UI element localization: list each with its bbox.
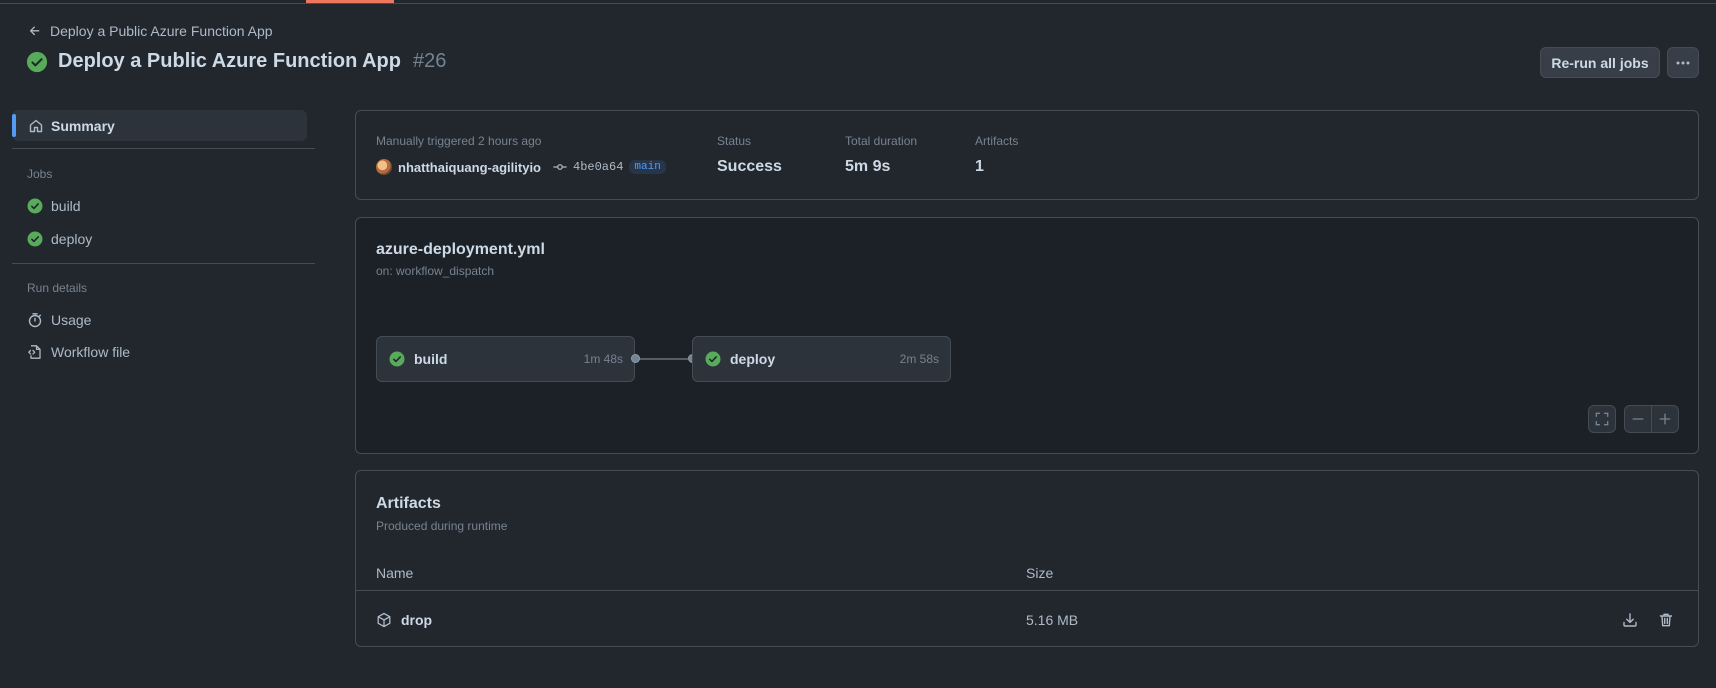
page-title: Deploy a Public Azure Function App (58, 50, 401, 72)
artifacts-card: Artifacts Produced during runtime Name S… (355, 470, 1699, 647)
workflow-graph-card: azure-deployment.yml on: workflow_dispat… (355, 217, 1699, 454)
sidebar-item-label: Summary (51, 118, 115, 134)
artifact-name[interactable]: drop (401, 612, 432, 628)
workflow-file-name: azure-deployment.yml (376, 241, 545, 258)
sidebar-item-deploy[interactable]: deploy (12, 225, 307, 253)
download-artifact-button[interactable] (1620, 610, 1640, 630)
delete-artifact-button[interactable] (1656, 610, 1676, 630)
sidebar-item-label: Usage (51, 312, 92, 328)
job-connector (636, 358, 688, 360)
tab-indicator (306, 0, 394, 3)
check-circle-icon (705, 351, 721, 367)
download-icon (1623, 613, 1637, 627)
zoom-in-button[interactable] (1651, 405, 1679, 433)
trash-icon (1659, 613, 1673, 627)
arrow-left-icon (29, 26, 40, 36)
package-icon (377, 612, 391, 628)
run-summary-card: Manually triggered 2 hours ago nhatthaiq… (355, 110, 1699, 200)
kebab-horizontal-icon (1676, 61, 1690, 64)
job-duration: 2m 58s (899, 352, 939, 366)
top-border (0, 0, 1716, 4)
status-value: Success (717, 158, 782, 175)
status-label: Status (717, 134, 752, 148)
rerun-all-jobs-button[interactable]: Re-run all jobs (1540, 47, 1660, 78)
jobs-heading: Jobs (27, 167, 53, 181)
check-circle-icon (26, 51, 48, 72)
trigger-text: Manually triggered 2 hours ago (376, 134, 542, 148)
file-code-icon (28, 345, 41, 359)
run-details-heading: Run details (27, 281, 88, 295)
zoom-out-button[interactable] (1624, 405, 1652, 433)
page-header: Deploy a Public Azure Function App #26 (26, 50, 446, 73)
actor-row: nhatthaiquang-agilityio 4be0a64 main (376, 159, 666, 175)
job-node-build[interactable]: build 1m 48s (376, 336, 635, 382)
avatar[interactable] (376, 159, 392, 175)
active-indicator (12, 114, 16, 137)
divider (356, 590, 1698, 591)
workflow-trigger: on: workflow_dispatch (376, 264, 495, 278)
artifacts-title: Artifacts (376, 495, 441, 512)
sidebar-item-summary[interactable]: Summary (12, 110, 307, 141)
home-icon (29, 119, 43, 133)
check-circle-icon (27, 198, 43, 214)
sidebar-item-usage[interactable]: Usage (12, 306, 307, 334)
check-circle-icon (27, 231, 43, 247)
actor-name[interactable]: nhatthaiquang-agilityio (398, 160, 541, 175)
sidebar-item-workflow-file[interactable]: Workflow file (12, 338, 307, 366)
more-options-button[interactable] (1667, 47, 1699, 78)
sidebar-item-label: Workflow file (51, 344, 131, 360)
column-header-name: Name (376, 565, 414, 581)
artifacts-subtitle: Produced during runtime (376, 519, 508, 533)
branch-badge[interactable]: main (629, 160, 666, 174)
sidebar-item-label: build (51, 198, 81, 214)
fullscreen-icon (1595, 412, 1609, 426)
fullscreen-button[interactable] (1588, 405, 1616, 433)
duration-value: 5m 9s (845, 158, 891, 175)
artifacts-label: Artifacts (975, 134, 1019, 148)
minus-icon (1632, 418, 1644, 420)
artifact-size: 5.16 MB (1026, 612, 1079, 628)
plus-icon (1659, 413, 1671, 425)
job-node-deploy[interactable]: deploy 2m 58s (692, 336, 951, 382)
job-name: build (414, 351, 448, 367)
artifacts-count[interactable]: 1 (975, 158, 984, 176)
job-name: deploy (730, 351, 776, 367)
sidebar-item-build[interactable]: build (12, 192, 307, 220)
stopwatch-icon (28, 313, 42, 328)
check-circle-icon (389, 351, 405, 367)
back-link-label: Deploy a Public Azure Function App (50, 23, 273, 39)
run-number: #26 (412, 50, 447, 72)
back-link[interactable]: Deploy a Public Azure Function App (28, 23, 273, 39)
connector-dot (631, 354, 640, 363)
column-header-size: Size (1026, 565, 1054, 581)
job-duration: 1m 48s (583, 352, 623, 366)
commit-sha[interactable]: 4be0a64 (573, 160, 623, 174)
sidebar-item-label: deploy (51, 231, 93, 247)
duration-label: Total duration (845, 134, 918, 148)
git-commit-icon (553, 164, 567, 170)
divider (12, 263, 315, 264)
divider (12, 148, 315, 149)
